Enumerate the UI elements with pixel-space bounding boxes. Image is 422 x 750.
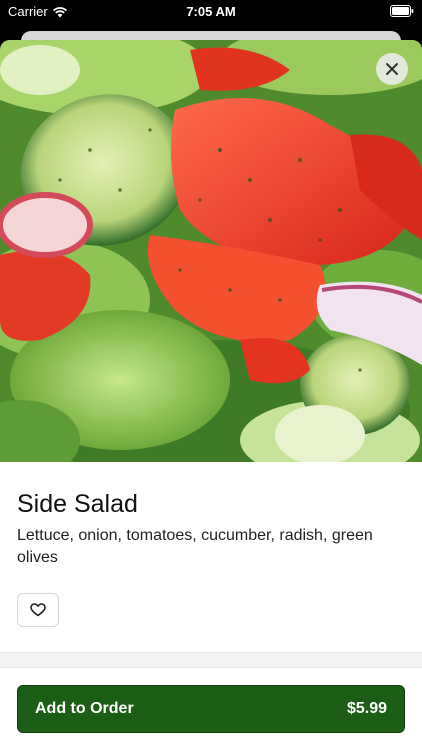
item-title: Side Salad	[17, 490, 138, 518]
item-description: Lettuce, onion, tomatoes, cucumber, radi…	[17, 527, 373, 566]
favorite-button[interactable]	[17, 593, 59, 627]
heart-icon	[30, 603, 46, 617]
status-bar: Carrier 7:05 AM	[0, 0, 422, 22]
item-detail-sheet: Side Salad Lettuce, onion, tomatoes, cuc…	[0, 40, 422, 750]
close-icon	[386, 63, 398, 75]
clock: 7:05 AM	[186, 4, 236, 19]
item-price: $5.99	[346, 700, 387, 717]
add-to-order-button[interactable]: Add to Order $5.99	[17, 685, 405, 733]
section-divider	[0, 667, 422, 668]
salad-photo	[0, 40, 422, 462]
close-button[interactable]	[376, 53, 408, 85]
add-to-order-label: Add to Order	[35, 700, 134, 717]
section-separator	[0, 653, 422, 667]
battery-icon	[390, 5, 414, 17]
